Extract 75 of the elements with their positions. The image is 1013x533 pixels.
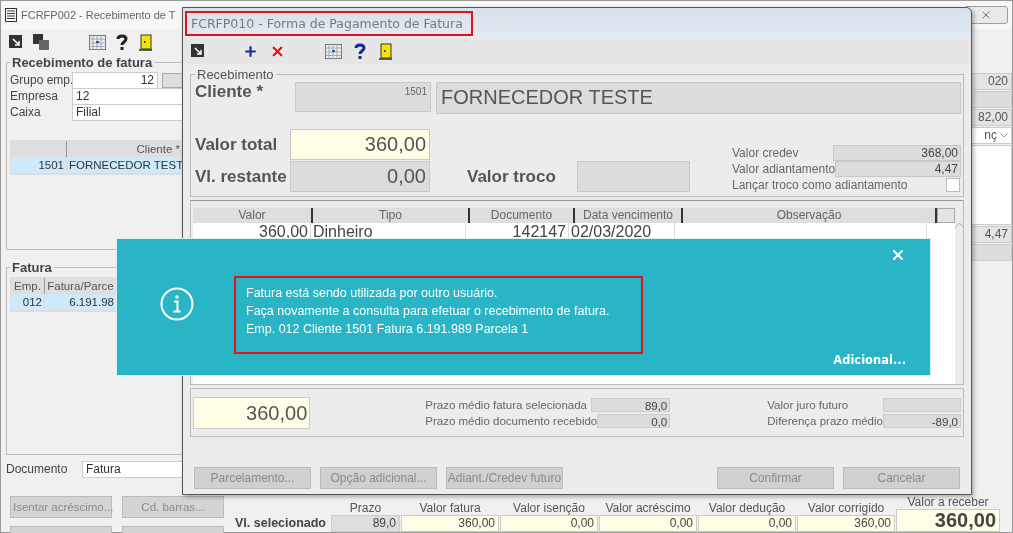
message-text: Emp. 012 Cliente 1501 Fatura 6.191.989 Parcela 1 (246, 321, 529, 337)
value-field: 89,0 (591, 397, 671, 412)
table-cell: 1501 (11, 157, 67, 173)
message-text: Faça novamente a consulta para efetuar o recebimento de fatura. (246, 303, 610, 319)
group-title: Fatura (11, 260, 53, 275)
input-field[interactable]: 360,00 (290, 129, 430, 160)
value-cell: 0,00 (500, 515, 598, 532)
column-header: Valor a receber (906, 496, 990, 509)
add-icon[interactable] (243, 43, 258, 59)
input-field[interactable] (577, 161, 690, 192)
table-cell: 4,47 (971, 226, 1012, 243)
exit-door-icon[interactable] (378, 42, 393, 60)
column-header: Prazo (348, 502, 383, 515)
layers-icon[interactable] (33, 34, 49, 50)
value-field: 0,0 (597, 413, 671, 428)
column-header: Valor isenção (512, 502, 586, 515)
field-label: Valor total (195, 134, 279, 155)
help-icon[interactable] (116, 33, 128, 51)
value-cell: 360,00 (401, 515, 499, 532)
value-cell: 360,00 (797, 515, 895, 532)
value-cell: 89,0 (331, 515, 400, 532)
arrow-box-icon[interactable] (9, 35, 23, 49)
column-header: Valor acréscimo (604, 502, 692, 515)
table-cell: 012 (11, 294, 45, 310)
totals-label: Vl. selecionado (235, 516, 327, 532)
name-field[interactable]: FORNECEDOR TESTE (436, 82, 961, 114)
exit-door-icon[interactable] (138, 33, 153, 51)
dropdown[interactable]: nç (971, 127, 1012, 144)
calendar-grid-icon[interactable] (325, 43, 342, 59)
arrow-box-icon[interactable] (191, 44, 205, 58)
field-label: Valor troco (467, 166, 557, 187)
value-cell: 0,00 (698, 515, 796, 532)
value-field: -89,0 (883, 413, 961, 428)
value-cell: 0,00 (599, 515, 697, 532)
field-label: Diferença prazo médio (767, 414, 883, 427)
input-field[interactable]: 12 (72, 71, 158, 89)
column-header (971, 91, 1012, 108)
lookup-button[interactable] (162, 72, 184, 88)
table-row[interactable]: 1501 FORNECEDOR TEST (11, 157, 183, 174)
field-label: Caixa (10, 105, 42, 119)
field-label: Vl. restante (195, 166, 288, 187)
help-icon[interactable] (354, 42, 366, 60)
chevron-down-icon (1000, 133, 1008, 139)
input-field[interactable]: Fatura (82, 460, 184, 478)
checkbox-label: Lançar troco como adiantamento (732, 177, 909, 192)
field-label: Empresa (10, 89, 60, 103)
field-label: Cliente * (195, 82, 265, 102)
column-header (971, 244, 1012, 261)
column-header: Valor corrigido (806, 502, 886, 515)
close-button[interactable] (890, 247, 906, 263)
value-field: 368,00 (833, 144, 961, 161)
table-cell: 020 (971, 73, 1012, 90)
sum-field[interactable]: 360,00 (193, 396, 311, 429)
column-header: Valor dedução (707, 502, 787, 515)
column-header: Valor fatura (418, 502, 482, 515)
message-text: Fatura está sendo utilizada por outro usuário. (246, 285, 498, 301)
checkbox[interactable] (946, 177, 960, 192)
group-title: Recebimento (196, 67, 275, 82)
document-icon (5, 8, 17, 22)
info-icon (160, 287, 194, 321)
total-value: 360,00 (896, 509, 1000, 532)
field-label: Valor credev (732, 145, 800, 160)
field-label: Prazo médio documento recebido (425, 414, 598, 427)
code-field[interactable]: 1501 (295, 82, 431, 112)
field-label: Prazo médio fatura selecionada (425, 398, 588, 411)
calendar-grid-icon[interactable] (89, 34, 106, 50)
field-label: Documento (6, 462, 69, 476)
input-field[interactable]: 0,00 (290, 161, 430, 192)
dialog-title: FCRFP010 - Forma de Pagamento de Fatura (185, 10, 473, 36)
window-title: FCRFP002 - Recebimento de T (21, 9, 176, 21)
table-cell: 82,00 (971, 109, 1012, 126)
close-icon[interactable] (980, 9, 992, 21)
field-label: Valor juro futuro (767, 398, 850, 411)
group-title: Recebimento de fatura (11, 55, 154, 70)
field-label: Valor adiantamento (732, 161, 836, 176)
